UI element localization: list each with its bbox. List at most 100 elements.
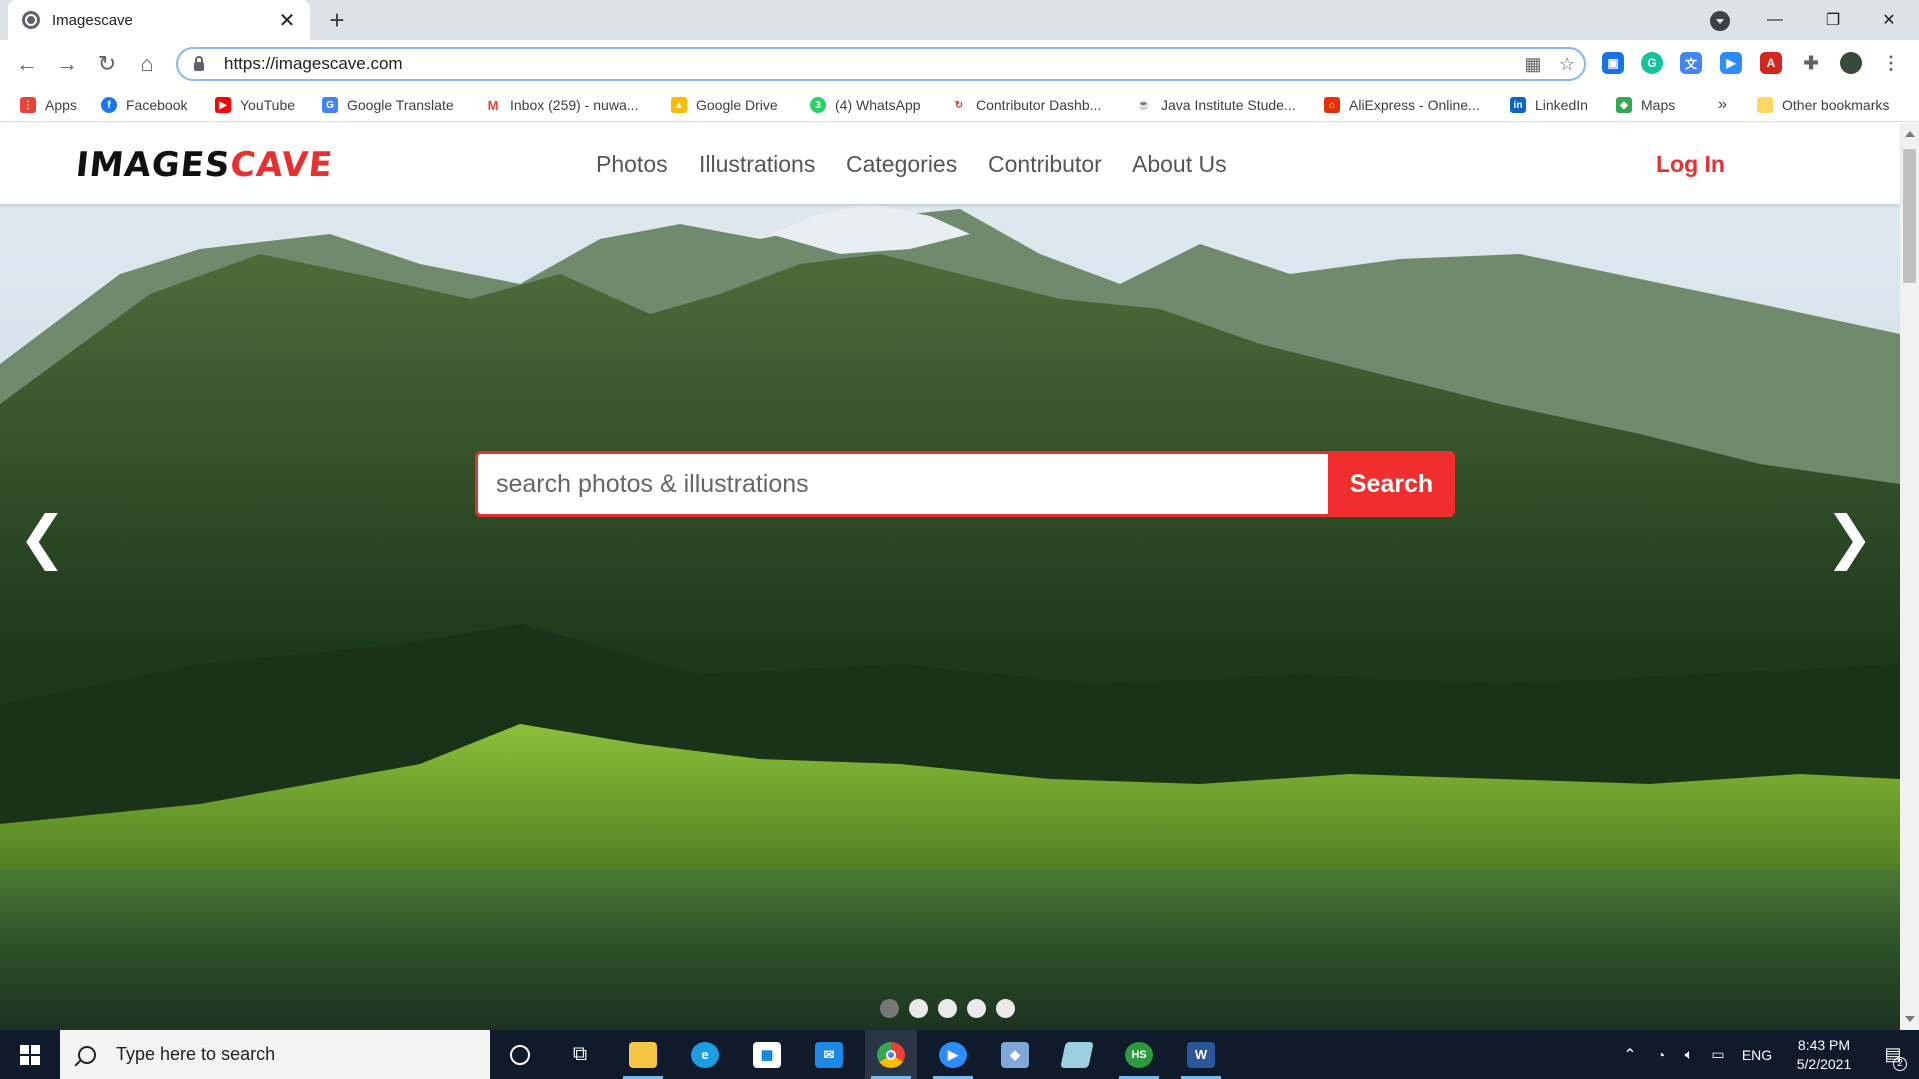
- taskbar-virtualbox[interactable]: ◆: [989, 1030, 1041, 1079]
- profile-avatar[interactable]: [1840, 52, 1862, 74]
- other-bookmarks-folder[interactable]: Other bookmarks: [1757, 94, 1889, 116]
- search-button[interactable]: Search: [1328, 451, 1455, 517]
- bookmark-google-drive[interactable]: ▲ Google Drive: [671, 94, 778, 116]
- scrollbar-thumb[interactable]: [1903, 149, 1916, 283]
- browser-toolbar: ← → ↻ ⌂ https://imagescave.com ▦ ☆ ▣ G 文…: [0, 40, 1919, 88]
- cortana-button[interactable]: [494, 1030, 546, 1079]
- close-window-button[interactable]: ✕: [1866, 0, 1912, 40]
- minimize-window-button[interactable]: ―: [1752, 0, 1798, 40]
- windows-taskbar: Type here to search ⧉ e ▦ ✉ ▶ ◆ HS W ⌃ ◔…: [0, 1030, 1919, 1079]
- scroll-up-icon[interactable]: [1905, 131, 1915, 137]
- bookmarks-overflow-button[interactable]: »: [1718, 94, 1727, 116]
- nav-contributor[interactable]: Contributor: [988, 151, 1102, 178]
- aliexpress-icon: ⌂: [1324, 97, 1340, 113]
- nav-about-us[interactable]: About Us: [1132, 151, 1227, 178]
- bookmark-youtube[interactable]: ▶ YouTube: [215, 94, 295, 116]
- login-link[interactable]: Log In: [1656, 151, 1725, 178]
- scroll-down-icon[interactable]: [1905, 1016, 1915, 1022]
- bookmark-label: Maps: [1641, 97, 1676, 113]
- nav-categories[interactable]: Categories: [846, 151, 957, 178]
- lock-icon[interactable]: [194, 55, 204, 71]
- extension-screenshot-icon[interactable]: ▣: [1602, 52, 1624, 74]
- tab-search-dropdown-icon[interactable]: [1710, 11, 1730, 31]
- page-scrollbar[interactable]: [1900, 123, 1919, 1030]
- home-button[interactable]: ⌂: [133, 50, 161, 78]
- carousel-next-icon[interactable]: ❯: [1825, 508, 1874, 566]
- grammarly-icon[interactable]: G: [1641, 52, 1663, 74]
- taskbar-notepad[interactable]: [1051, 1030, 1103, 1079]
- java-institute-icon: ☕: [1136, 97, 1152, 113]
- extensions-puzzle-icon[interactable]: ✚: [1800, 52, 1822, 74]
- menu-kebab-icon[interactable]: ⋮: [1880, 52, 1902, 74]
- close-tab-icon[interactable]: ✕: [276, 8, 298, 33]
- google-drive-icon: ▲: [671, 97, 687, 113]
- browser-tab-imagescave[interactable]: Imagescave ✕: [8, 0, 310, 40]
- google-translate-icon: G: [322, 97, 338, 113]
- taskbar-mail[interactable]: ✉: [803, 1030, 855, 1079]
- bookmark-label: Google Drive: [696, 97, 778, 113]
- bookmark-label: YouTube: [240, 97, 296, 113]
- carousel-dot-2[interactable]: [909, 999, 928, 1018]
- bookmark-label: Apps: [45, 97, 77, 113]
- clock-date: 5/2/2021: [1796, 1055, 1852, 1072]
- google-translate-extension-icon[interactable]: 文: [1680, 52, 1702, 74]
- imagescave-logo[interactable]: IMAGESCAVE: [74, 145, 335, 185]
- restore-window-button[interactable]: ❐: [1810, 0, 1856, 40]
- taskbar-file-explorer[interactable]: [617, 1030, 669, 1079]
- show-hidden-icons-chevron-icon[interactable]: ⌃: [1613, 1045, 1647, 1065]
- start-button[interactable]: [0, 1030, 60, 1079]
- notepad-icon: [1060, 1041, 1094, 1068]
- bookmark-whatsapp[interactable]: 3 (4) WhatsApp: [810, 94, 921, 116]
- volume-icon[interactable]: 🔈︎: [1675, 1046, 1703, 1063]
- input-language[interactable]: ENG: [1733, 1047, 1781, 1063]
- bookmark-gmail[interactable]: M Inbox (259) - nuwa...: [485, 94, 638, 116]
- bookmark-apps[interactable]: ⋮ Apps: [20, 94, 77, 116]
- carousel-dot-4[interactable]: [967, 999, 986, 1018]
- notification-center-button[interactable]: ▤ 2: [1867, 1044, 1919, 1071]
- facebook-icon: f: [101, 97, 117, 113]
- system-tray: ⌃ ◔ 🔈︎ ▭ ENG 8:43 PM 5/2/2021 ▤ 2: [1613, 1030, 1919, 1079]
- windows-logo-icon: [20, 1044, 40, 1065]
- bookmark-contributor-dashboard[interactable]: ↻ Contributor Dashb...: [951, 94, 1101, 116]
- taskbar-hotspot-shield[interactable]: HS: [1113, 1030, 1165, 1079]
- carousel-dot-1[interactable]: [880, 999, 899, 1018]
- taskbar-search-box[interactable]: Type here to search: [60, 1030, 490, 1079]
- forward-button[interactable]: →: [53, 50, 81, 78]
- system-clock[interactable]: 8:43 PM 5/2/2021: [1781, 1036, 1867, 1074]
- cortana-icon: [510, 1044, 530, 1065]
- bookmark-maps[interactable]: ◆ Maps: [1616, 94, 1675, 116]
- bookmark-aliexpress[interactable]: ⌂ AliExpress - Online...: [1324, 94, 1480, 116]
- carousel-prev-icon[interactable]: ❮: [18, 508, 67, 566]
- bookmark-label: AliExpress - Online...: [1349, 97, 1480, 113]
- site-header: IMAGESCAVE Photos Illustrations Categori…: [0, 123, 1900, 204]
- nav-photos[interactable]: Photos: [596, 151, 668, 178]
- bookmark-facebook[interactable]: f Facebook: [101, 94, 187, 116]
- bookmarks-bar: ⋮ Apps f Facebook ▶ YouTube G Google Tra…: [0, 88, 1919, 122]
- back-button[interactable]: ←: [13, 50, 41, 78]
- battery-icon[interactable]: ▭: [1703, 1046, 1733, 1063]
- nav-illustrations[interactable]: Illustrations: [699, 151, 815, 178]
- network-icon[interactable]: ◔: [1647, 1047, 1675, 1063]
- carousel-dot-3[interactable]: [938, 999, 957, 1018]
- task-view-button[interactable]: ⧉: [554, 1030, 606, 1079]
- search-input[interactable]: [475, 451, 1328, 517]
- taskbar-zoom[interactable]: ▶: [927, 1030, 979, 1079]
- adobe-pdf-icon[interactable]: A: [1760, 52, 1782, 74]
- taskbar-microsoft-store[interactable]: ▦: [741, 1030, 793, 1079]
- taskbar-chrome[interactable]: [865, 1030, 917, 1079]
- taskbar-edge[interactable]: e: [679, 1030, 731, 1079]
- bookmark-java-institute[interactable]: ☕ Java Institute Stude...: [1136, 94, 1296, 116]
- bookmark-star-icon[interactable]: ☆: [1550, 54, 1584, 75]
- microsoft-store-icon: ▦: [753, 1041, 781, 1068]
- carousel-dot-5[interactable]: [996, 999, 1015, 1018]
- url-text[interactable]: https://imagescave.com: [224, 54, 1516, 74]
- address-bar[interactable]: https://imagescave.com ▦ ☆: [176, 47, 1586, 81]
- bookmark-linkedin[interactable]: in LinkedIn: [1510, 94, 1588, 116]
- taskbar-word[interactable]: W: [1175, 1030, 1227, 1079]
- reload-button[interactable]: ↻: [93, 50, 121, 78]
- zoom-extension-icon[interactable]: ▶: [1720, 52, 1742, 74]
- linkedin-icon: in: [1510, 97, 1526, 113]
- new-tab-button[interactable]: +: [322, 6, 352, 34]
- qr-code-icon[interactable]: ▦: [1516, 54, 1550, 75]
- bookmark-google-translate[interactable]: G Google Translate: [322, 94, 454, 116]
